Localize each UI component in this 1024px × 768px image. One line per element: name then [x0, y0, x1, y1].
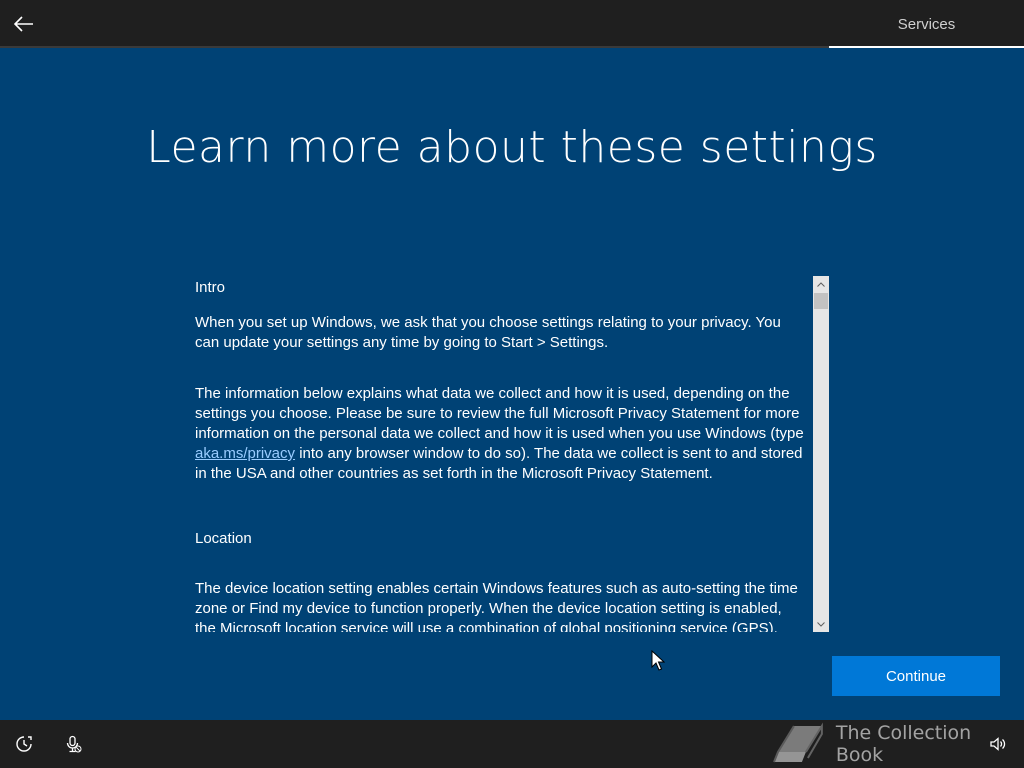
microphone-button[interactable] — [61, 732, 85, 756]
tab-active-indicator — [829, 46, 1024, 48]
scroll-up-arrow-icon[interactable] — [813, 276, 829, 292]
privacy-link[interactable]: aka.ms/privacy — [195, 445, 295, 462]
page-title: Learn more about these settings — [146, 122, 878, 173]
top-bar: Services — [0, 0, 1024, 48]
ease-of-access-button[interactable] — [12, 732, 36, 756]
location-paragraph-1: The device location setting enables cert… — [195, 580, 798, 632]
scroll-down-arrow-icon[interactable] — [813, 616, 829, 632]
microphone-off-icon — [66, 735, 82, 753]
ease-of-access-icon — [16, 736, 32, 752]
watermark: The Collection Book — [772, 720, 1024, 768]
privacy-content-panel[interactable]: Intro When you set up Windows, we ask th… — [195, 276, 829, 632]
intro-paragraph-2-text-a: The information below explains what data… — [195, 385, 804, 442]
vertical-scrollbar[interactable] — [813, 276, 829, 632]
intro-paragraph-1: When you set up Windows, we ask that you… — [195, 314, 781, 351]
continue-button[interactable]: Continue — [832, 656, 1000, 696]
section-heading-intro: Intro — [195, 279, 226, 296]
section-heading-location: Location — [195, 530, 252, 547]
privacy-content: Intro When you set up Windows, we ask th… — [195, 276, 805, 632]
watermark-text: The Collection Book — [835, 722, 972, 766]
intro-paragraph-2: The information below explains what data… — [195, 384, 805, 484]
back-button[interactable] — [8, 8, 40, 40]
mouse-cursor-icon — [651, 650, 665, 671]
arrow-left-icon — [14, 16, 33, 32]
scroll-thumb[interactable] — [814, 293, 828, 309]
tab-services: Services — [897, 15, 956, 33]
book-icon — [773, 722, 823, 763]
